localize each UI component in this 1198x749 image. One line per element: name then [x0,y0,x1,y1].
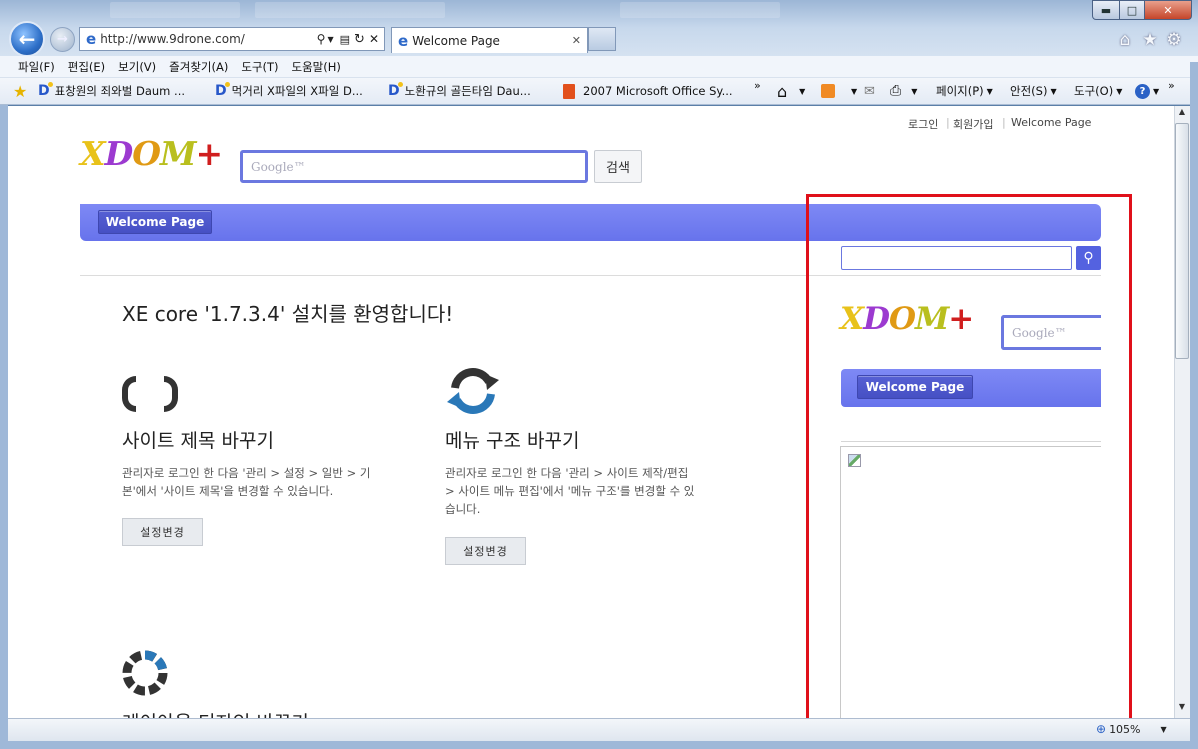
safety-menu[interactable]: 안전(S) ▼ [1010,82,1057,100]
refresh-cycle-icon [445,366,501,416]
signup-link[interactable]: 회원가입 [953,116,993,132]
daum-icon: D [388,82,403,99]
ie-icon: e [86,30,97,48]
favorite-link[interactable]: D 노환규의 골든타임 Dau... [388,82,531,100]
brackets-icon [122,376,178,412]
tools-menu[interactable]: 도구(O) ▼ [1074,82,1122,100]
scroll-down-icon[interactable]: ▼ [1175,702,1189,717]
close-tab-icon[interactable]: ✕ [572,34,581,47]
arrow-right-icon: → [57,32,68,47]
address-bar[interactable]: e http://www.9drone.com/ ⚲ ▼ ▤ ↻ ✕ [79,27,385,51]
feature-desc: 관리자로 로그인 한 다음 '관리 > 사이트 제작/편집 > 사이트 메뉴 편집… [445,466,695,516]
zoom-icon: ⊕ [1096,722,1107,736]
status-bar [8,718,1190,741]
print-command[interactable]: ⎙ ▼ [890,82,917,100]
search-button[interactable]: 검색 [594,150,642,183]
nav-item-welcome[interactable]: Welcome Page [98,210,212,234]
new-tab-button[interactable] [588,27,616,51]
help-menu[interactable]: ? ▼ [1135,82,1159,100]
ie-icon: e [398,31,409,50]
chevron-more-icon[interactable]: » [1168,76,1175,94]
menu-file[interactable]: 파일(F) [18,59,55,75]
site-logo[interactable]: XDOM+ [80,134,223,173]
forward-button[interactable]: → [50,27,75,52]
highlight-box [806,194,1132,718]
menu-edit[interactable]: 편집(E) [68,59,105,75]
help-icon: ? [1135,83,1150,99]
menu-view[interactable]: 보기(V) [118,59,156,75]
settings-change-button[interactable]: 설정변경 [122,518,203,546]
login-link[interactable]: 로그인 [908,116,938,132]
background-window-strip [620,2,780,18]
search-input[interactable]: Google™ [240,150,588,183]
scroll-up-icon[interactable]: ▲ [1175,107,1189,122]
compat-view-icon[interactable]: ▤ [340,33,350,46]
scrollbar-thumb[interactable] [1175,123,1189,359]
favorites-star-icon[interactable]: ★ [1139,30,1161,50]
home-icon[interactable]: ⌂ [1114,30,1136,50]
back-button[interactable]: ← [9,21,45,57]
feature-title: 사이트 제목 바꾸기 [122,430,274,452]
chevron-more-icon[interactable]: » [754,76,761,94]
menu-help[interactable]: 도움말(H) [292,59,341,75]
tab-title: Welcome Page [412,33,500,48]
tab-welcome-page[interactable]: e Welcome Page ✕ [391,27,588,53]
mail-icon[interactable]: ✉ [864,82,875,100]
search-icon[interactable]: ⚲ [317,32,326,46]
stop-icon[interactable]: ✕ [369,32,379,46]
dropdown-icon[interactable]: ▼ [327,35,333,44]
menu-favorites[interactable]: 즐겨찾기(A) [169,59,228,75]
settings-change-button[interactable]: 설정변경 [445,537,526,565]
background-window-strip [255,2,445,18]
welcome-link[interactable]: Welcome Page [1011,116,1091,129]
separator: | [946,116,950,129]
feeds-command[interactable]: ▼ [821,82,857,100]
page-menu[interactable]: 페이지(P) ▼ [936,82,993,100]
daum-icon: D [215,82,230,99]
home-icon: ⌂ [777,81,788,101]
menu-tools[interactable]: 도구(T) [241,59,278,75]
gear-icon[interactable]: ⚙ [1163,30,1185,50]
feature-title: 레이아웃 디자인 바꾸기 [122,708,309,718]
close-window-button[interactable]: ✕ [1144,0,1192,20]
daum-icon: D [38,82,53,99]
feature-desc: 관리자로 로그인 한 다음 '관리 > 설정 > 일반 > 기 본'에서 '사이트… [122,466,371,498]
zoom-control[interactable]: ⊕ 105% ▼ [1096,722,1167,736]
window-frame [0,741,1198,749]
page-viewport: 로그인 | 회원가입 | Welcome Page XDOM+ Google™ … [8,106,1174,718]
favorite-link[interactable]: 2007 Microsoft Office Sy... [563,82,733,100]
minimize-button[interactable]: ▬ [1092,0,1120,20]
separator: | [1002,116,1006,129]
refresh-icon[interactable]: ↻ [354,32,365,47]
printer-icon: ⎙ [890,83,902,99]
address-text[interactable]: http://www.9drone.com/ [100,32,316,46]
rss-icon [821,84,835,98]
arrow-left-icon: ← [18,27,36,51]
favorite-link[interactable]: D 먹거리 X파일의 X파일 D... [215,82,363,100]
office-icon [563,83,575,99]
loading-ring-icon [120,648,170,698]
favorites-star-icon[interactable]: ★ [13,82,27,101]
menu-bar: 파일(F) 편집(E) 보기(V) 즐겨찾기(A) 도구(T) 도움말(H) [0,56,1198,78]
favorite-link[interactable]: D 표창원의 죄와벌 Daum ... [38,82,185,100]
background-window-strip [110,2,240,18]
window-frame [0,105,8,749]
home-command[interactable]: ⌂ ▼ [777,81,805,101]
feature-title: 메뉴 구조 바꾸기 [445,430,580,452]
page-title: XE core '1.7.3.4' 설치를 환영합니다! [122,302,454,326]
window-frame [1190,62,1198,749]
maximize-button[interactable]: □ [1119,0,1145,20]
